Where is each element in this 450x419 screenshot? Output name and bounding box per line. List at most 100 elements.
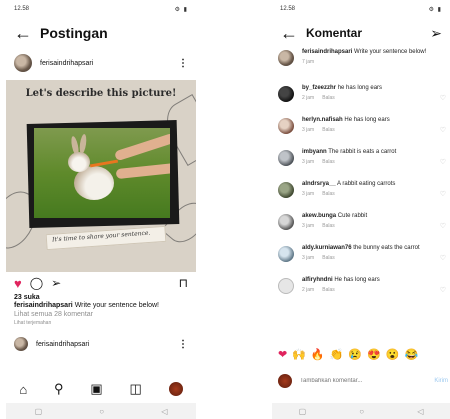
comments-header: ← Komentar ➢ xyxy=(272,18,450,48)
avatar[interactable] xyxy=(278,86,294,102)
comment-username[interactable]: herlyn.nafisah xyxy=(302,117,343,123)
emoji-button[interactable]: 😍 xyxy=(367,348,381,361)
like-heart-icon[interactable]: ♥ xyxy=(14,276,22,291)
comment-username[interactable]: imbyann xyxy=(302,149,327,155)
emoji-button[interactable]: 🔥 xyxy=(311,348,325,361)
translation-link[interactable]: Lihat terjemahan xyxy=(6,319,196,327)
emoji-button[interactable]: 😢 xyxy=(348,348,362,361)
more-options-icon[interactable]: ⋮ xyxy=(178,58,188,69)
status-icons: ⚙ ▮ xyxy=(174,6,188,13)
avatar[interactable] xyxy=(278,50,294,66)
like-count[interactable]: 23 suka xyxy=(6,294,196,301)
post-author-row[interactable]: ferisaindrihapsari ⋮ xyxy=(6,48,196,78)
status-bar: 12.58 ⚙ ▮ xyxy=(272,0,450,18)
comment-text: He has long ears xyxy=(344,117,390,123)
comment-username[interactable]: aldy.kurniawan76 xyxy=(302,245,352,251)
back-arrow-icon[interactable]: ← xyxy=(14,24,40,42)
emoji-quick-bar: ❤ 🙌 🔥 👏 😢 😍 😮 😂 xyxy=(278,348,450,361)
post-author-name[interactable]: ferisaindrihapsari xyxy=(40,60,93,67)
avatar[interactable] xyxy=(278,150,294,166)
comment-username[interactable]: ferisaindrihapsari xyxy=(302,49,352,55)
post-image[interactable]: Let's describe this picture! It's time t… xyxy=(6,80,196,272)
comment-row: akew.bunga Cute rabbit 3 jam Balas ♡ xyxy=(278,212,450,240)
recent-apps-icon[interactable]: ▢ xyxy=(35,407,43,416)
emoji-button[interactable]: 🙌 xyxy=(292,348,306,361)
comment-like-heart-icon[interactable]: ♡ xyxy=(440,190,446,198)
comment-username[interactable]: akew.bunga xyxy=(302,213,336,219)
share-icon[interactable]: ➢ xyxy=(51,276,61,290)
comment-time: 3 jam xyxy=(302,159,315,166)
comment-like-heart-icon[interactable]: ♡ xyxy=(440,254,446,262)
comment-text: the bunny eats the carrot xyxy=(353,245,420,251)
avatar[interactable] xyxy=(278,278,294,294)
post-comment-button[interactable]: Kirim xyxy=(434,378,448,384)
system-back-icon[interactable]: ◁ xyxy=(161,407,167,416)
comment-input[interactable] xyxy=(300,378,400,384)
home-button-icon[interactable]: ○ xyxy=(359,407,364,416)
reply-button[interactable]: Balas xyxy=(322,127,335,133)
comment-time: 2 jam xyxy=(302,287,315,294)
caption-username[interactable]: ferisaindrihapsari xyxy=(14,302,73,309)
hand xyxy=(113,132,170,162)
comment-row: aldy.kurniawan76 the bunny eats the carr… xyxy=(278,244,450,272)
post-header: ← Postingan xyxy=(6,18,196,48)
comment-like-heart-icon[interactable]: ♡ xyxy=(440,158,446,166)
add-comment-row: Kirim xyxy=(278,370,448,392)
reply-button[interactable]: Balas xyxy=(322,287,335,293)
comment-like-heart-icon[interactable]: ♡ xyxy=(440,222,446,230)
more-options-icon[interactable]: ⋮ xyxy=(178,339,188,350)
comment-username[interactable]: alndrsrya__ xyxy=(302,181,336,187)
reply-button[interactable]: Balas xyxy=(322,191,335,197)
emoji-button[interactable]: ❤ xyxy=(278,348,287,361)
recent-apps-icon[interactable]: ▢ xyxy=(299,407,307,416)
avatar[interactable] xyxy=(278,214,294,230)
comments-screen: 12.58 ⚙ ▮ ← Komentar ➢ ferisaindrihapsar… xyxy=(272,0,450,419)
status-icons: ⚙ ▮ xyxy=(428,6,442,13)
emoji-button[interactable]: 😂 xyxy=(404,348,418,361)
comment-like-heart-icon[interactable]: ♡ xyxy=(440,286,446,294)
status-time: 12.58 xyxy=(14,6,30,12)
status-time: 12.58 xyxy=(280,6,296,12)
post-actions: ♥ ◯ ➢ ⊓ xyxy=(6,272,196,294)
reply-button[interactable]: Balas xyxy=(322,159,335,165)
comment-icon[interactable]: ◯ xyxy=(30,276,43,290)
comment-compose-row[interactable]: ferisaindrihapsari ⋮ xyxy=(6,331,196,357)
rabbit-head xyxy=(68,152,90,172)
bookmark-icon[interactable]: ⊓ xyxy=(179,276,188,290)
view-all-comments-link[interactable]: Lihat semua 28 komentar xyxy=(6,310,196,319)
reply-button[interactable]: Balas xyxy=(322,223,335,229)
avatar[interactable] xyxy=(14,54,32,72)
comment-username[interactable]: by_fzeezzhr xyxy=(302,85,336,91)
emoji-button[interactable]: 👏 xyxy=(330,348,344,361)
comment-text: A rabbit eating carrots xyxy=(337,181,396,187)
avatar[interactable] xyxy=(278,246,294,262)
system-nav-bar: ▢ ○ ◁ xyxy=(272,403,450,419)
comment-text: he has long ears xyxy=(337,85,383,91)
comment-like-heart-icon[interactable]: ♡ xyxy=(440,94,446,102)
system-back-icon[interactable]: ◁ xyxy=(417,407,423,416)
shop-icon[interactable]: ◫ xyxy=(129,381,141,397)
comment-text: Write your sentence below! xyxy=(354,49,427,55)
comment-time: 7 jam xyxy=(302,59,315,66)
reels-icon[interactable]: ▣ xyxy=(90,381,102,397)
home-button-icon[interactable]: ○ xyxy=(99,407,104,416)
reply-button[interactable]: Balas xyxy=(322,255,335,261)
comment-like-heart-icon[interactable]: ♡ xyxy=(440,126,446,134)
back-arrow-icon[interactable]: ← xyxy=(280,24,306,42)
avatar[interactable] xyxy=(278,182,294,198)
page-title: Postingan xyxy=(40,25,108,41)
comment-time: 3 jam xyxy=(302,191,315,198)
profile-avatar-icon[interactable] xyxy=(168,382,183,396)
avatar[interactable] xyxy=(278,118,294,134)
reply-button[interactable]: Balas xyxy=(322,95,335,101)
comment-text: The rabbit is eats a carrot xyxy=(328,149,397,155)
send-icon[interactable]: ➢ xyxy=(430,25,442,42)
comment-row: alndrsrya__ A rabbit eating carrots 3 ja… xyxy=(278,180,450,208)
home-icon[interactable]: ⌂ xyxy=(19,382,27,397)
avatar xyxy=(278,374,292,388)
search-icon[interactable]: ⚲ xyxy=(54,381,64,397)
avatar xyxy=(14,337,28,351)
emoji-button[interactable]: 😮 xyxy=(386,348,400,361)
comment-time: 3 jam xyxy=(302,223,315,230)
comment-username[interactable]: alfiryhndni xyxy=(302,277,333,283)
